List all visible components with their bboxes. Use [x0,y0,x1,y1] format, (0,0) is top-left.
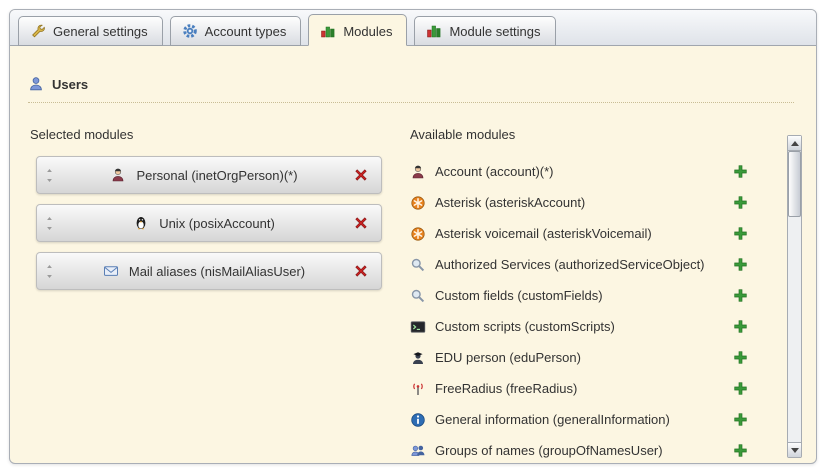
tab-label: Account types [205,24,287,39]
available-modules-heading: Available modules [410,127,778,142]
add-module-button[interactable] [733,412,748,427]
plus-icon [733,412,748,427]
asterisk-icon [410,195,426,211]
group-icon [410,443,426,459]
plus-icon [733,350,748,365]
module-label: General information (generalInformation) [435,412,733,427]
magnifier-icon [410,257,426,273]
module-label: Asterisk (asteriskAccount) [435,195,733,210]
radius-icon [410,381,426,397]
tab[interactable]: Account types [170,16,302,46]
person-icon [410,164,426,180]
drag-handle-icon[interactable] [44,168,55,183]
available-module-row: Account (account)(*) [410,156,778,187]
info-icon [410,412,426,428]
module-label: EDU person (eduPerson) [435,350,733,365]
module-settings-icon [426,23,442,39]
module-label: FreeRadius (freeRadius) [435,381,733,396]
selected-module-row[interactable]: Mail aliases (nisMailAliasUser) [36,252,382,290]
section-title: Users [52,77,88,92]
config-window: General settings Account types Modules M… [9,9,817,464]
drag-handle-icon[interactable] [44,264,55,279]
scrollbar[interactable] [787,135,802,458]
tab-bar: General settings Account types Modules M… [10,10,816,46]
module-label: Custom fields (customFields) [435,288,733,303]
plus-icon [733,164,748,179]
available-module-row: Asterisk (asteriskAccount) [410,187,778,218]
person-icon [110,167,126,183]
available-module-row: Custom fields (customFields) [410,280,778,311]
available-module-row: Authorized Services (authorizedServiceOb… [410,249,778,280]
tab-label: Module settings [449,24,540,39]
plus-icon [733,381,748,396]
module-label: Asterisk voicemail (asteriskVoicemail) [435,226,733,241]
add-module-button[interactable] [733,381,748,396]
module-label: Mail aliases (nisMailAliasUser) [129,264,305,279]
selected-module-row[interactable]: Unix (posixAccount) [36,204,382,242]
add-module-button[interactable] [733,257,748,272]
available-modules-list: Account (account)(*) Asterisk (asteriskA… [410,156,778,464]
asterisk-icon [410,226,426,242]
tab[interactable]: Modules [308,14,407,46]
add-module-button[interactable] [733,443,748,458]
scroll-down-button[interactable] [788,442,801,457]
available-modules-column: Available modules Account (account)(*) [410,103,778,464]
available-module-row: General information (generalInformation) [410,404,778,435]
add-module-button[interactable] [733,288,748,303]
arrow-down-icon [791,448,799,453]
selected-module-row[interactable]: Personal (inetOrgPerson)(*) [36,156,382,194]
module-label: Account (account)(*) [435,164,733,179]
plus-icon [733,443,748,458]
tab[interactable]: Module settings [414,16,555,46]
module-label: Unix (posixAccount) [159,216,275,231]
modules-icon [320,23,336,39]
terminal-icon [410,319,426,335]
add-module-button[interactable] [733,164,748,179]
drag-handle-icon[interactable] [44,216,55,231]
module-label: Custom scripts (customScripts) [435,319,733,334]
users-section-heading: Users [28,76,794,103]
available-module-row: Custom scripts (customScripts) [410,311,778,342]
delete-x-icon [353,263,369,279]
module-label: Personal (inetOrgPerson)(*) [136,168,297,183]
module-columns: Selected modules [10,103,816,464]
plus-icon [733,319,748,334]
delete-x-icon [353,167,369,183]
selected-modules-list: Personal (inetOrgPerson)(*) [30,156,382,290]
module-label: Groups of names (groupOfNamesUser) [435,443,733,458]
add-module-button[interactable] [733,319,748,334]
modules-panel: Users Selected modules [10,46,816,462]
available-module-row: Asterisk voicemail (asteriskVoicemail) [410,218,778,249]
selected-modules-column: Selected modules [30,103,382,464]
remove-module-button[interactable] [353,215,369,231]
add-module-button[interactable] [733,350,748,365]
scroll-up-button[interactable] [788,136,801,151]
scroll-thumb[interactable] [788,151,801,217]
plus-icon [733,257,748,272]
edu-person-icon [410,350,426,366]
gear-icon [182,23,198,39]
tab-label: General settings [53,24,148,39]
plus-icon [733,288,748,303]
users-icon [28,76,44,92]
available-module-row: FreeRadius (freeRadius) [410,373,778,404]
arrow-up-icon [791,141,799,146]
available-module-row: EDU person (eduPerson) [410,342,778,373]
tab-label: Modules [343,24,392,39]
plus-icon [733,195,748,210]
add-module-button[interactable] [733,226,748,241]
module-label: Authorized Services (authorizedServiceOb… [435,257,733,272]
selected-modules-heading: Selected modules [30,127,382,142]
delete-x-icon [353,215,369,231]
remove-module-button[interactable] [353,167,369,183]
magnifier-icon [410,288,426,304]
tab[interactable]: General settings [18,16,163,46]
remove-module-button[interactable] [353,263,369,279]
mail-icon [103,263,119,279]
available-module-row: Groups of names (groupOfNamesUser) [410,435,778,464]
add-module-button[interactable] [733,195,748,210]
plus-icon [733,226,748,241]
penguin-icon [133,215,149,231]
wrench-icon [30,23,46,39]
